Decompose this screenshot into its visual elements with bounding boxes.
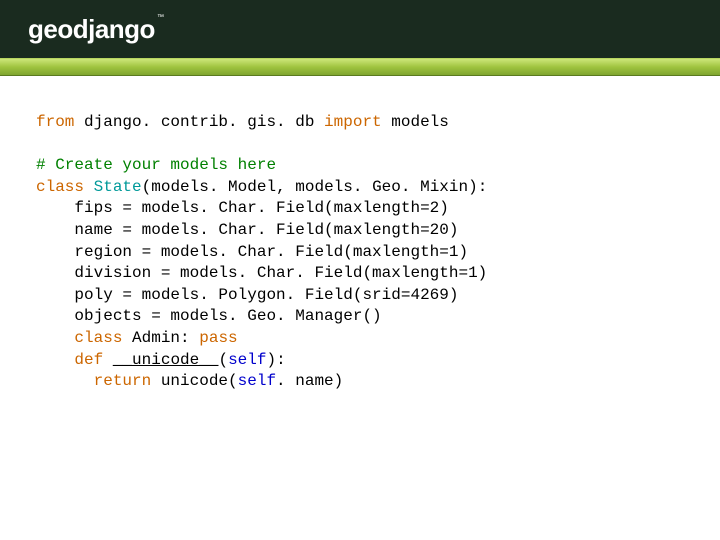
import-name: models <box>382 113 449 131</box>
logo-text: geodjango <box>28 14 155 44</box>
accent-bar <box>0 58 720 76</box>
field-poly: poly = models. Polygon. Field(srid=4269) <box>36 286 458 304</box>
class-name: State <box>94 178 142 196</box>
kw-from: from <box>36 113 74 131</box>
kw-def: def <box>74 351 103 369</box>
field-objects: objects = models. Geo. Manager() <box>36 307 382 325</box>
kw-self-2: self <box>238 372 276 390</box>
field-name: name = models. Char. Field(maxlength=20) <box>36 221 458 239</box>
kw-self: self <box>228 351 266 369</box>
method-name: __unicode__ <box>113 351 219 369</box>
field-division: division = models. Char. Field(maxlength… <box>36 264 487 282</box>
field-region: region = models. Char. Field(maxlength=1… <box>36 243 468 261</box>
kw-class: class <box>36 178 84 196</box>
logo-tm: ™ <box>157 14 164 21</box>
kw-import: import <box>324 113 382 131</box>
slide-header: geodjango™ <box>0 0 720 58</box>
kw-class-inner: class <box>74 329 122 347</box>
field-fips: fips = models. Char. Field(maxlength=2) <box>36 199 449 217</box>
kw-pass: pass <box>199 329 237 347</box>
logo: geodjango™ <box>28 14 163 45</box>
class-bases: (models. Model, models. Geo. Mixin): <box>142 178 488 196</box>
code-block: from django. contrib. gis. db import mod… <box>0 76 720 393</box>
kw-return: return <box>94 372 152 390</box>
admin-rest: Admin: <box>122 329 199 347</box>
comment-line: # Create your models here <box>36 156 276 174</box>
module-path: django. contrib. gis. db <box>74 113 324 131</box>
